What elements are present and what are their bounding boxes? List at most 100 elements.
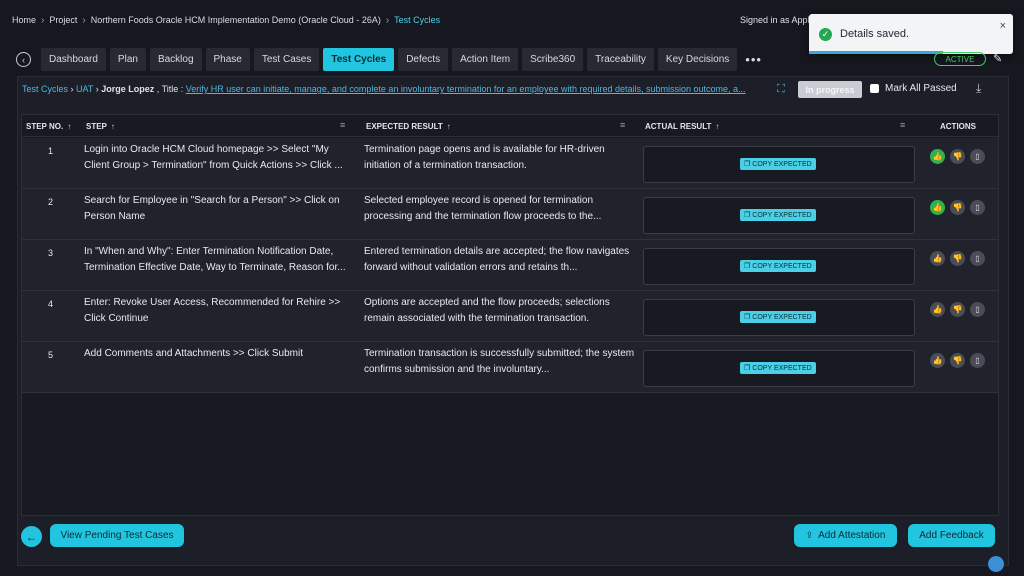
col-step-no[interactable]: STEP NO. ↑ [26,122,71,131]
table-row: 1 Login into Oracle HCM Cloud homepage >… [22,138,998,189]
column-menu-icon[interactable]: ≡ [900,120,905,130]
breadcrumb-home[interactable]: Home [12,15,36,25]
signed-in-text: Signed in as Appli [740,15,812,25]
context-user: Jorge Lopez [101,84,155,94]
tab-scribe360[interactable]: Scribe360 [522,48,584,71]
context-title-label: , Title : [154,84,186,94]
test-case-context: Test Cycles › UAT › Jorge Lopez , Title … [22,84,782,98]
thumbs-up-icon[interactable]: 👍 [930,251,945,266]
col-step[interactable]: STEP ↑ [86,122,115,131]
actual-result-input[interactable]: ❐ COPY EXPECTED [643,197,915,234]
mobile-icon[interactable]: ▯ [970,149,985,164]
pencil-icon[interactable]: ✎ [993,52,1002,65]
add-feedback-button[interactable]: Add Feedback [908,524,995,547]
tab-defects[interactable]: Defects [398,48,449,71]
tab-bar: ‹ Dashboard Plan Backlog Phase Test Case… [12,47,1012,72]
table-header: STEP NO. ↑ STEP ↑ ≡ EXPECTED RESULT ↑ ≡ ACT… [22,115,998,137]
mobile-icon[interactable]: ▯ [970,302,985,317]
copy-expected-button[interactable]: ❐ COPY EXPECTED [740,311,816,323]
mark-all-passed[interactable]: Mark All Passed [870,83,957,94]
thumbs-up-icon[interactable]: 👍 [930,302,945,317]
more-icon[interactable]: ••• [745,52,762,67]
status-button[interactable]: In progress [798,81,862,98]
chevron-right-icon: › [41,14,45,26]
mobile-icon[interactable]: ▯ [970,251,985,266]
context-phase-link[interactable]: UAT [76,84,93,94]
table-row: 4 Enter: Revoke User Access, Recommended… [22,291,998,342]
expected-result-text: Options are accepted and the flow procee… [364,297,610,324]
col-expected[interactable]: EXPECTED RESULT ↑ [366,122,451,131]
actual-result-input[interactable]: ❐ COPY EXPECTED [643,350,915,387]
test-cycle-panel: Test Cycles › UAT › Jorge Lopez , Title … [17,76,1009,566]
copy-icon: ❐ [744,263,751,270]
mark-all-label: Mark All Passed [885,83,957,94]
tab-action-item[interactable]: Action Item [452,48,519,71]
thumbs-down-icon[interactable]: 👎 [950,200,965,215]
breadcrumb-project[interactable]: Project [49,15,77,25]
col-actual[interactable]: ACTUAL RESULT ↑ [645,122,719,131]
column-menu-icon[interactable]: ≡ [620,120,625,130]
copy-expected-button[interactable]: ❐ COPY EXPECTED [740,362,816,374]
expected-result-text: Termination page opens and is available … [364,144,605,171]
upload-icon: ⇪ [805,530,814,540]
step-number: 3 [48,248,54,258]
table-row: 3 In "When and Why": Enter Termination N… [22,240,998,291]
thumbs-up-icon[interactable]: 👍 [930,353,945,368]
copy-expected-button[interactable]: ❐ COPY EXPECTED [740,209,816,221]
status-badge: ACTIVE [934,52,986,66]
sort-arrow-icon: ↑ [110,122,115,131]
copy-icon: ❐ [744,314,751,321]
thumbs-up-icon[interactable]: 👍 [930,200,945,215]
tab-test-cycles[interactable]: Test Cycles [323,48,395,71]
copy-icon: ❐ [744,365,751,372]
expected-result-text: Selected employee record is opened for t… [364,195,602,222]
thumbs-down-icon[interactable]: 👎 [950,149,965,164]
context-cycle-link[interactable]: Test Cycles [22,84,68,94]
copy-icon: ❐ [744,212,751,219]
thumbs-down-icon[interactable]: 👎 [950,302,965,317]
actual-result-input[interactable]: ❐ COPY EXPECTED [643,146,915,183]
tab-traceability[interactable]: Traceability [587,48,654,71]
toast-message: Details saved. [840,28,910,40]
chat-widget-icon[interactable] [988,556,1004,572]
thumbs-down-icon[interactable]: 👎 [950,353,965,368]
download-icon[interactable]: ⤓ [976,81,981,96]
copy-expected-button[interactable]: ❐ COPY EXPECTED [740,158,816,170]
add-attestation-button[interactable]: ⇪ Add Attestation [794,524,897,547]
actual-result-input[interactable]: ❐ COPY EXPECTED [643,248,915,285]
mobile-icon[interactable]: ▯ [970,200,985,215]
mark-all-checkbox[interactable] [870,84,879,93]
thumbs-up-icon[interactable]: 👍 [930,149,945,164]
step-number: 2 [48,197,54,207]
mobile-icon[interactable]: ▯ [970,353,985,368]
breadcrumb-project-name[interactable]: Northern Foods Oracle HCM Implementation… [91,15,381,25]
tab-dashboard[interactable]: Dashboard [41,48,106,71]
tab-phase[interactable]: Phase [205,48,250,71]
step-text: In "When and Why": Enter Termination Not… [84,246,346,273]
tab-test-cases[interactable]: Test Cases [253,48,320,71]
col-actions: ACTIONS [940,122,976,131]
column-menu-icon[interactable]: ≡ [340,120,345,130]
tab-plan[interactable]: Plan [109,48,146,71]
steps-table: STEP NO. ↑ STEP ↑ ≡ EXPECTED RESULT ↑ ≡ ACT… [21,114,999,516]
tab-backlog[interactable]: Backlog [149,48,202,71]
expand-icon[interactable]: ⛶ [777,83,785,96]
actual-result-input[interactable]: ❐ COPY EXPECTED [643,299,915,336]
sort-arrow-icon: ↑ [67,122,72,131]
chevron-right-icon: › [385,14,390,26]
chevron-left-icon[interactable]: ‹ [16,52,31,67]
view-pending-button[interactable]: View Pending Test Cases [50,524,184,547]
expected-result-text: Termination transaction is successfully … [364,348,635,375]
close-icon[interactable]: × [1000,20,1006,32]
arrow-left-icon[interactable]: ← [21,526,42,547]
chevron-right-icon: › [82,14,86,26]
step-text: Enter: Revoke User Access, Recommended f… [84,297,341,324]
sort-arrow-icon: ↑ [446,122,451,131]
copy-expected-button[interactable]: ❐ COPY EXPECTED [740,260,816,272]
tab-key-decisions[interactable]: Key Decisions [657,48,738,71]
thumbs-down-icon[interactable]: 👎 [950,251,965,266]
breadcrumb-test-cycles[interactable]: Test Cycles [394,15,440,25]
context-title-link[interactable]: Verify HR user can initiate, manage, and… [186,84,746,94]
copy-icon: ❐ [744,161,751,168]
expected-result-text: Entered termination details are accepted… [364,246,630,273]
